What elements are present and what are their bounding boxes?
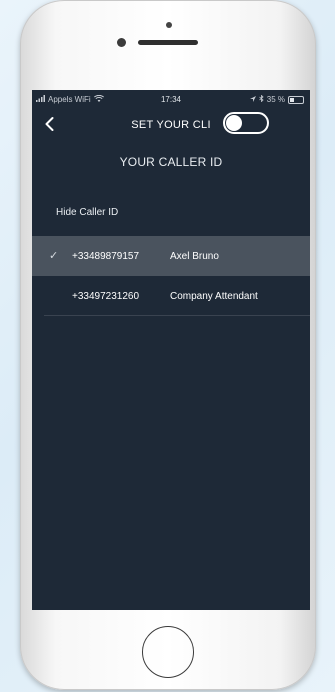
battery-icon (288, 95, 304, 104)
list-divider (44, 315, 310, 316)
hide-caller-id-toggle[interactable] (223, 112, 269, 134)
hide-caller-id-label: Hide Caller ID (56, 207, 119, 218)
caller-id-number: +33489879157 (72, 251, 140, 262)
phone-screen: Appels WiFi 17:34 35 % SET YOUR CLI YOUR… (32, 90, 310, 610)
earpiece-speaker (138, 40, 198, 45)
proximity-sensor (166, 22, 172, 28)
caller-id-item[interactable]: +33497231260 Company Attendant (32, 276, 310, 316)
status-bar: Appels WiFi 17:34 35 % (32, 90, 310, 108)
caller-id-name: Company Attendant (170, 291, 258, 302)
caller-id-number: +33497231260 (72, 291, 140, 302)
home-button[interactable] (142, 626, 194, 678)
caller-id-list: ✓ +33489879157 Axel Bruno +33497231260 C… (32, 236, 310, 316)
front-camera-icon (117, 38, 126, 47)
caller-id-name: Axel Bruno (170, 251, 219, 262)
checkmark-icon: ✓ (49, 250, 59, 262)
caller-id-item[interactable]: ✓ +33489879157 Axel Bruno (32, 236, 310, 276)
status-right: 35 % (249, 94, 304, 104)
toggle-knob (226, 115, 242, 131)
section-title: YOUR CALLER ID (119, 155, 223, 169)
battery-percent: 35 % (266, 95, 285, 104)
hide-caller-id-row: Hide Caller ID (32, 190, 310, 234)
bluetooth-icon (259, 94, 264, 104)
location-icon (249, 95, 256, 104)
